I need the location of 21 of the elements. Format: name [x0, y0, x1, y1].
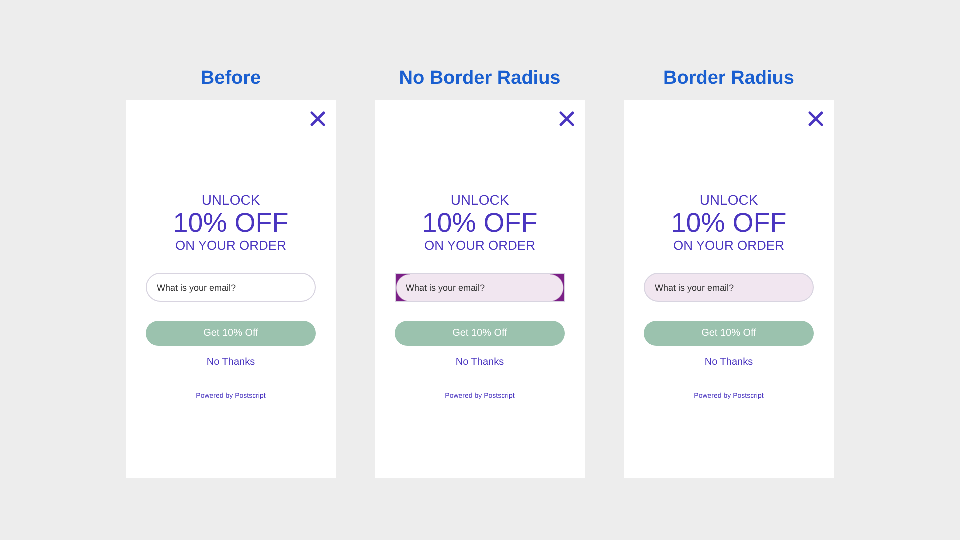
discount-headline: 10% OFF [671, 208, 787, 238]
email-field[interactable]: What is your email? [146, 273, 316, 302]
discount-headline: 10% OFF [173, 208, 289, 238]
order-text: ON YOUR ORDER [176, 238, 286, 254]
unlock-text: UNLOCK [700, 192, 758, 208]
no-thanks-link[interactable]: No Thanks [456, 355, 504, 370]
discount-headline: 10% OFF [422, 208, 538, 238]
email-field[interactable]: What is your email? [395, 273, 565, 302]
order-text: ON YOUR ORDER [674, 238, 784, 254]
email-field[interactable]: What is your email? [644, 273, 814, 302]
no-thanks-link[interactable]: No Thanks [704, 355, 754, 370]
close-icon[interactable] [310, 111, 326, 127]
unlock-text: UNLOCK [450, 192, 510, 208]
order-text: ON YOUR ORDER [424, 238, 536, 254]
panel-title: No Border Radius [399, 68, 561, 90]
unlock-text: UNLOCK [202, 192, 260, 208]
panel-title: Border Radius [664, 68, 794, 90]
close-icon[interactable] [808, 111, 824, 127]
panel-title: Before [200, 68, 262, 90]
no-thanks-link[interactable]: No Thanks [206, 355, 256, 370]
close-icon[interactable] [559, 111, 575, 127]
